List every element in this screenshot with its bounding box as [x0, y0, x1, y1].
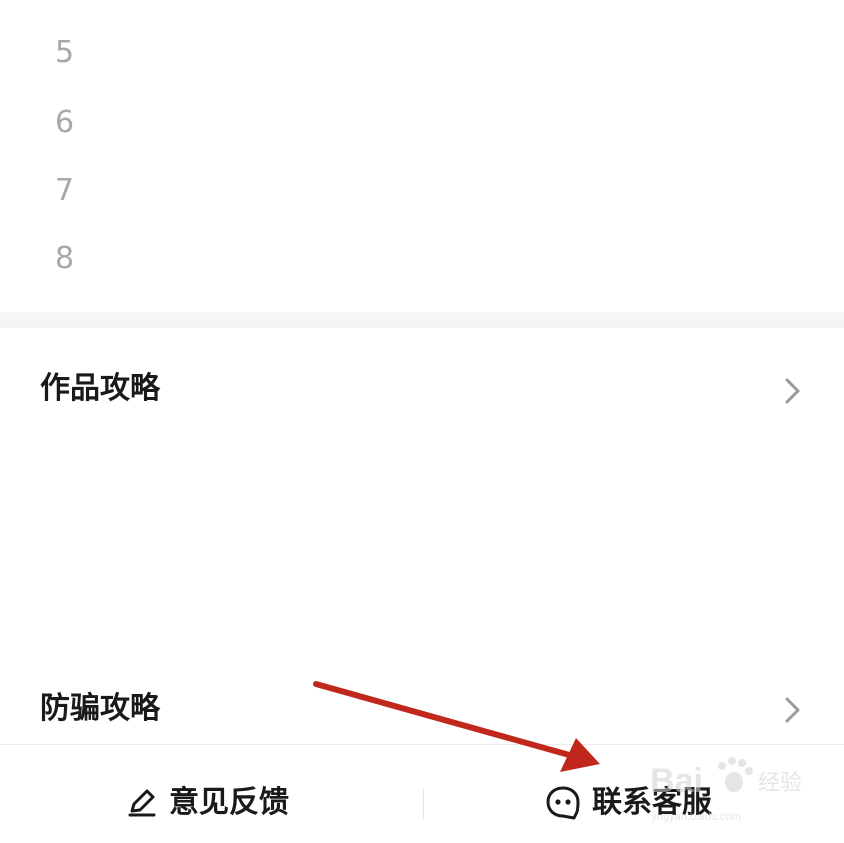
number-item-5: 5	[55, 35, 75, 70]
chevron-right-icon	[785, 697, 800, 723]
bottom-bar-separator	[423, 788, 424, 820]
menu-item-anti-fraud-guide[interactable]: 防骗攻略	[0, 660, 844, 744]
chevron-right-icon	[785, 378, 800, 404]
contact-support-label: 联系客服	[592, 785, 712, 820]
section-divider	[0, 312, 844, 328]
menu-item-label: 作品攻略	[40, 371, 160, 406]
number-item-8: 8	[55, 241, 75, 276]
edit-pen-icon	[128, 789, 156, 817]
number-item-7: 7	[55, 173, 75, 208]
feedback-button[interactable]: 意见反馈	[125, 780, 289, 826]
contact-support-button[interactable]: 联系客服	[544, 780, 712, 826]
feedback-label: 意见反馈	[169, 785, 289, 820]
chat-bubble-icon	[546, 786, 580, 820]
menu-item-works-guide[interactable]: 作品攻略	[0, 340, 844, 440]
number-item-6: 6	[55, 105, 75, 140]
menu-item-label: 防骗攻略	[40, 691, 160, 726]
